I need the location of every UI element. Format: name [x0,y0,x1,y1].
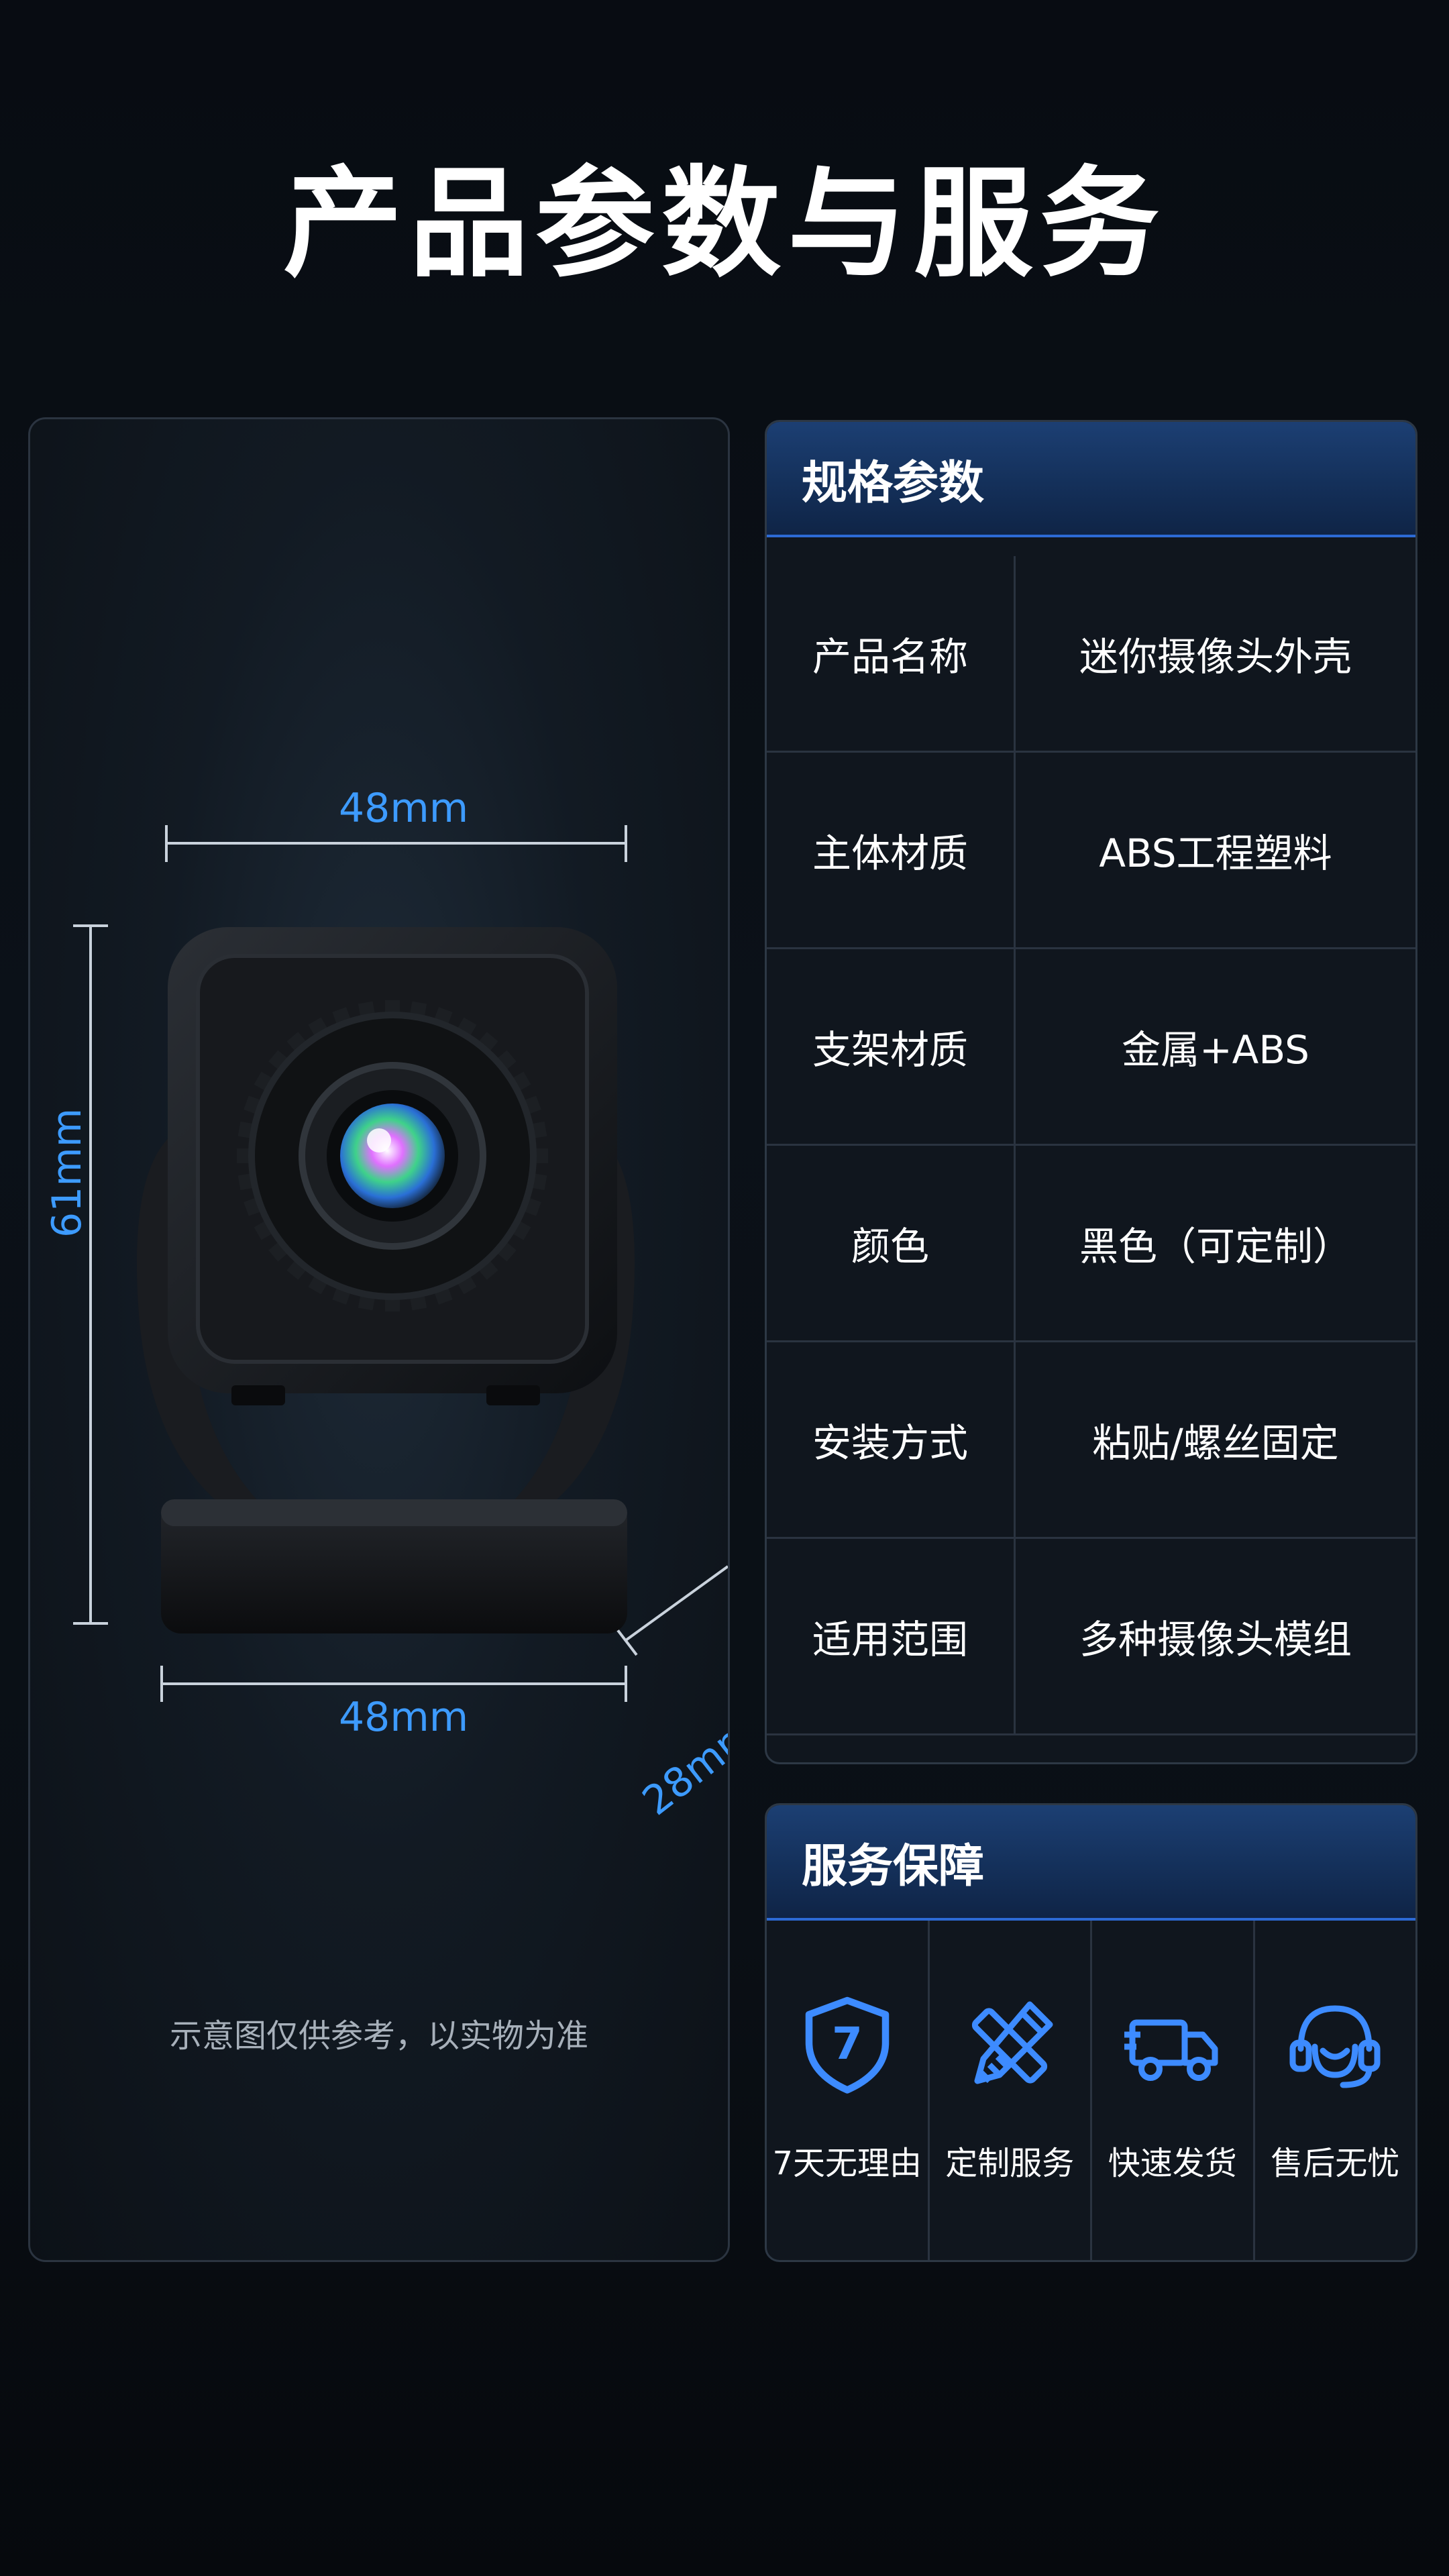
service-card: 服务保障 7 7天无理由 定制服务 快速发货 售后无忧 [765,1803,1417,2262]
spec-value: 黑色（可定制） [1079,1224,1352,1269]
spec-row: 主体材质 ABS工程塑料 [767,751,1415,947]
spec-key: 颜色 [767,1146,1016,1340]
dimension-line-depth [614,1565,728,1656]
spec-row: 安装方式 粘贴/螺丝固定 [767,1340,1415,1537]
spec-value: 多种摄像头模组 [1079,1617,1352,1662]
headset-support-icon [1289,2005,1381,2088]
spec-row: 颜色 黑色（可定制） [767,1144,1415,1340]
spec-row: 支架材质 金属+ABS [767,947,1415,1144]
spec-key: 适用范围 [767,1539,1016,1733]
dimension-width-bottom: 48mm [339,1694,469,1741]
camera-illustration [73,825,728,1702]
service-item-aftersales: 售后无忧 [1255,1921,1416,2260]
spec-key: 支架材质 [767,949,1016,1144]
service-item-return: 7 7天无理由 [767,1921,930,2260]
spec-row: 产品名称 迷你摄像头外壳 [767,556,1415,751]
shield-7-icon: 7 [805,1996,889,2094]
service-label: 快速发货 [1108,2145,1237,2182]
spec-key: 主体材质 [767,753,1016,947]
service-item-custom: 定制服务 [930,1921,1092,2260]
spec-row: 适用范围 多种摄像头模组 [767,1537,1415,1735]
spec-card-header: 规格参数 [767,422,1415,537]
delivery-truck-icon [1124,2019,1218,2081]
service-label: 定制服务 [945,2145,1075,2182]
lens [340,1104,445,1208]
spec-value: 金属+ABS [1122,1027,1309,1073]
pencil-ruler-icon [972,2001,1053,2084]
spec-value: 粘贴/螺丝固定 [1092,1420,1339,1466]
service-grid: 7 7天无理由 定制服务 快速发货 售后无忧 [767,1921,1415,2260]
dimension-height: 61mm [44,1108,91,1238]
spec-value: ABS工程塑料 [1099,830,1332,876]
service-card-header: 服务保障 [767,1805,1415,1921]
page-title: 产品参数与服务 [283,154,1166,293]
service-label: 售后无忧 [1271,2145,1400,2182]
shield-badge: 7 [832,2018,863,2070]
spec-value: 迷你摄像头外壳 [1079,634,1352,680]
product-panel: 48mm 61mm 48mm 28mm 示意图仅供参考，以实物为准 [28,417,730,2262]
spec-key: 产品名称 [767,556,1016,751]
spec-table: 产品名称 迷你摄像头外壳 主体材质 ABS工程塑料 支架材质 金属+ABS 颜色… [767,556,1415,1735]
service-label: 7天无理由 [772,2145,922,2182]
dimension-width-top: 48mm [339,785,469,832]
disclaimer-text: 示意图仅供参考，以实物为准 [169,2017,588,2055]
spec-card: 规格参数 产品名称 迷你摄像头外壳 主体材质 ABS工程塑料 支架材质 金属+A… [765,420,1417,1764]
service-item-shipping: 快速发货 [1092,1921,1255,2260]
spec-key: 安装方式 [767,1342,1016,1537]
dimension-line-left [73,924,108,1625]
